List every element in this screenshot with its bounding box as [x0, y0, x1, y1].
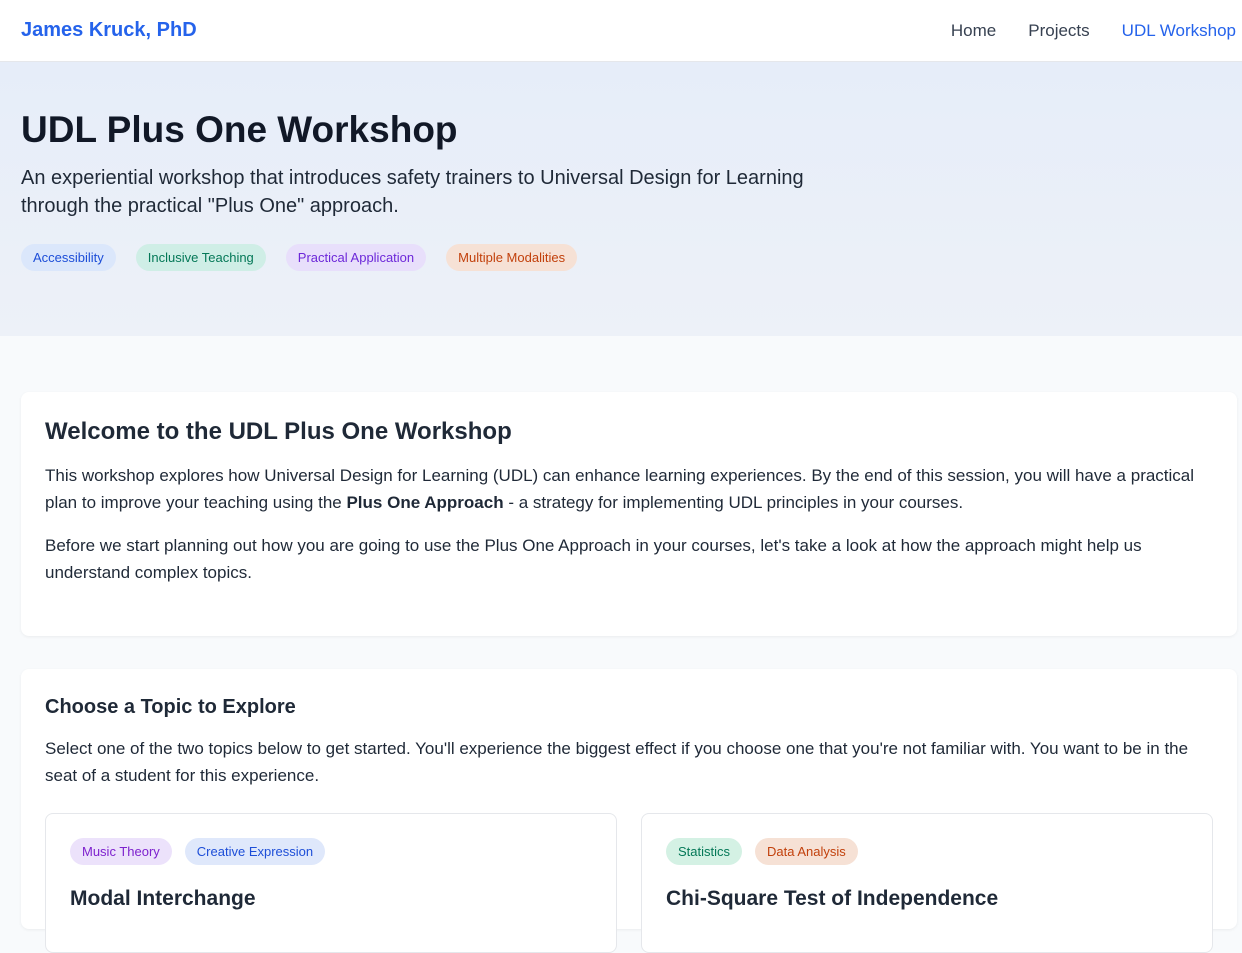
page-subtitle: An experiential workshop that introduces… — [21, 167, 804, 217]
topic-chooser-heading: Choose a Topic to Explore — [45, 696, 296, 718]
topic-tags: Music Theory Creative Expression — [70, 838, 592, 865]
topic-card-chi-square[interactable]: Statistics Data Analysis Chi-Square Test… — [641, 813, 1213, 953]
tag-accessibility: Accessibility — [21, 244, 116, 271]
welcome-heading: Welcome to the UDL Plus One Workshop — [45, 418, 512, 445]
hero-section: UDL Plus One Workshop An experiential wo… — [0, 62, 1242, 336]
nav-link-udl-workshop[interactable]: UDL Workshop — [1122, 21, 1236, 41]
nav-link-projects[interactable]: Projects — [1028, 21, 1089, 41]
topic-title: Chi-Square Test of Independence — [666, 887, 999, 910]
brand-link[interactable]: James Kruck, PhD — [21, 19, 197, 42]
tag-multiple-modalities: Multiple Modalities — [446, 244, 578, 271]
topic-card-modal-interchange[interactable]: Music Theory Creative Expression Modal I… — [45, 813, 617, 953]
nav-link-home[interactable]: Home — [951, 21, 996, 41]
tag-data-analysis: Data Analysis — [755, 838, 858, 865]
topic-chooser-card: Choose a Topic to Explore Select one of … — [21, 669, 1237, 953]
tag-practical-application: Practical Application — [285, 244, 427, 271]
welcome-paragraph-1: This workshop explores how Universal Des… — [45, 462, 1213, 516]
welcome-p1-bold: Plus One Approach — [346, 493, 504, 512]
topic-tags: Statistics Data Analysis — [666, 838, 1188, 865]
hero-tags: Accessibility Inclusive Teaching Practic… — [21, 244, 1221, 271]
nav-links: Home Projects UDL Workshop — [951, 21, 1236, 41]
page-title: UDL Plus One Workshop — [21, 109, 458, 150]
welcome-paragraph-2: Before we start planning out how you are… — [45, 536, 1142, 582]
tag-music-theory: Music Theory — [70, 838, 172, 865]
tag-statistics: Statistics — [666, 838, 743, 865]
welcome-p1-text-end: - a strategy for implementing UDL princi… — [503, 493, 964, 512]
topic-chooser-description: Select one of the two topics below to ge… — [45, 739, 1189, 785]
welcome-card: Welcome to the UDL Plus One Workshop Thi… — [21, 392, 1237, 636]
tag-creative-expression: Creative Expression — [184, 838, 326, 865]
topic-title: Modal Interchange — [70, 887, 256, 910]
topic-grid: Music Theory Creative Expression Modal I… — [45, 813, 1213, 953]
tag-inclusive-teaching: Inclusive Teaching — [135, 244, 266, 271]
top-navbar: James Kruck, PhD Home Projects UDL Works… — [0, 0, 1242, 62]
